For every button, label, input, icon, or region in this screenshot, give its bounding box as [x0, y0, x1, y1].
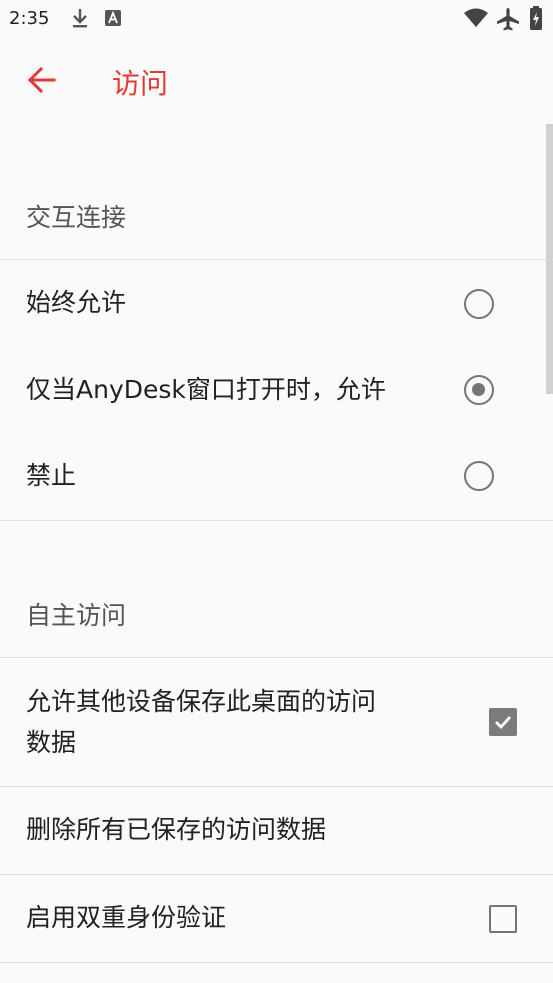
check-icon: [495, 716, 512, 730]
radio-always-allow[interactable]: [464, 289, 494, 319]
divider: [0, 520, 553, 521]
item-delete-saved-access-data[interactable]: 删除所有已保存的访问数据: [0, 787, 553, 874]
status-bar: 2:35: [0, 0, 553, 38]
arrow-left-icon: [27, 66, 56, 94]
radio-allow-when-window-open[interactable]: [464, 375, 494, 405]
section-title-interactive-connections: 交互连接: [26, 203, 127, 232]
item-allow-save-access-data[interactable]: 允许其他设备保存此桌面的访问 数据: [0, 658, 553, 786]
divider: [0, 962, 553, 963]
item-label-line2: 数据: [26, 728, 77, 757]
battery-charging-icon: [529, 5, 543, 35]
option-label: 禁止: [26, 461, 77, 490]
section-title-unattended-access: 自主访问: [26, 601, 127, 630]
option-label: 始终允许: [26, 288, 127, 317]
option-label: 仅当AnyDesk窗口打开时，允许: [26, 375, 386, 404]
option-allow-when-window-open[interactable]: 仅当AnyDesk窗口打开时，允许: [0, 346, 553, 434]
page-title: 访问: [112, 67, 169, 100]
wifi-icon: [463, 8, 489, 32]
back-button[interactable]: [22, 60, 62, 100]
status-time: 2:35: [9, 8, 50, 29]
item-enable-two-factor-auth[interactable]: 启用双重身份验证: [0, 875, 553, 962]
item-label-line1: 允许其他设备保存此桌面的访问: [26, 687, 377, 716]
checkbox-allow-save-access-data[interactable]: [489, 708, 517, 736]
app-bar: 访问: [0, 38, 553, 124]
option-deny[interactable]: 禁止: [0, 434, 553, 520]
a-notification-icon: [104, 9, 122, 31]
item-label: 删除所有已保存的访问数据: [26, 815, 327, 844]
airplane-icon: [495, 7, 521, 35]
radio-deny[interactable]: [464, 461, 494, 491]
checkbox-enable-two-factor-auth[interactable]: [489, 905, 517, 933]
item-label: 启用双重身份验证: [26, 903, 227, 932]
download-icon: [70, 6, 90, 34]
option-always-allow[interactable]: 始终允许: [0, 260, 553, 346]
